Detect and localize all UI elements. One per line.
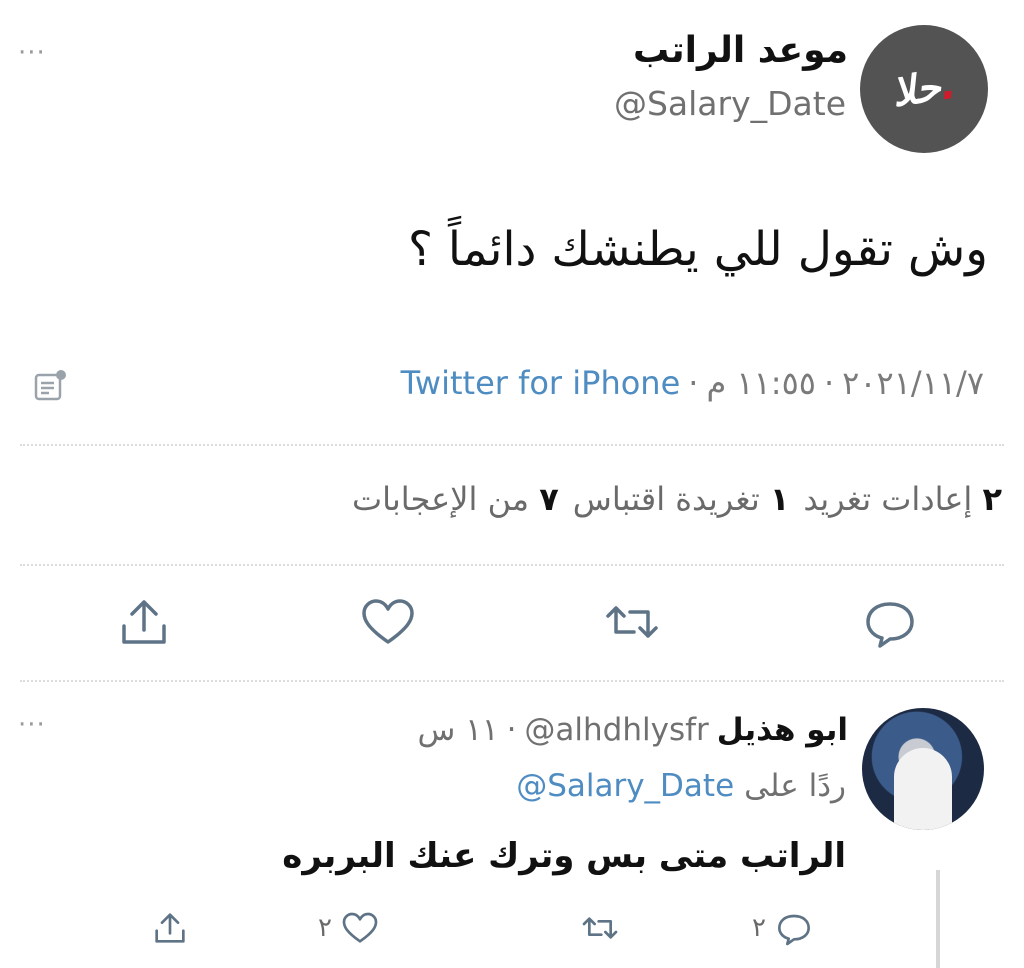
author-name[interactable]: موعد الراتب	[633, 30, 848, 71]
divider	[20, 564, 1004, 566]
replying-to-mention[interactable]: @Salary_Date	[516, 768, 734, 804]
brand-logo: حلا.	[889, 61, 959, 117]
reply-retweet-button[interactable]	[580, 908, 620, 948]
likes-stat[interactable]: ٧ من الإعجابات	[352, 480, 559, 518]
reply-author-avatar[interactable]	[862, 708, 984, 830]
heart-icon	[342, 912, 378, 943]
meta-separator: ·	[506, 712, 517, 748]
reply-button[interactable]	[860, 594, 920, 650]
retweet-button[interactable]	[602, 594, 662, 650]
reply-like-button[interactable]: ٢	[318, 908, 380, 948]
analytics-icon[interactable]	[30, 365, 70, 405]
reply-more-options-button[interactable]: ···	[18, 710, 46, 740]
tweet-time: ١١:٥٥ م	[706, 364, 816, 402]
divider	[20, 444, 1004, 446]
replying-to: ردًا على @Salary_Date	[516, 768, 846, 804]
tweet-meta: Twitter for iPhone · ١١:٥٥ م · ٢٠٢١/١١/٧	[401, 364, 984, 402]
heart-icon	[362, 599, 414, 644]
reply-icon	[777, 914, 810, 946]
share-button[interactable]	[114, 594, 174, 650]
more-options-button[interactable]: ···	[18, 38, 46, 68]
author-avatar[interactable]: حلا.	[860, 25, 988, 153]
reply-age: ١١ س	[417, 712, 499, 748]
retweet-icon	[582, 917, 618, 939]
divider	[20, 680, 1004, 682]
retweet-icon	[606, 606, 658, 638]
reply-author-name[interactable]: ابو هذيل	[717, 712, 848, 748]
tweet-source-link[interactable]: Twitter for iPhone	[401, 364, 681, 402]
reply-text: الراتب متى بس وترك عنك البربره	[282, 836, 846, 876]
quotes-stat[interactable]: ١ تغريدة اقتباس	[573, 480, 790, 518]
author-handle[interactable]: @Salary_Date	[614, 84, 846, 123]
avatar-photo	[894, 748, 952, 830]
meta-separator: ·	[688, 364, 699, 402]
reply-count: ٢	[752, 913, 766, 943]
like-button[interactable]	[358, 594, 418, 650]
like-count: ٢	[318, 913, 332, 943]
tweet-text: وش تقول للي يطنشك دائماً ؟	[408, 222, 988, 277]
tweet-stats: ٢ إعادات تغريد ١ تغريدة اقتباس ٧ من الإع…	[352, 480, 1002, 518]
share-icon	[155, 913, 185, 943]
replying-to-label: ردًا على	[744, 768, 846, 804]
meta-separator: ·	[823, 364, 835, 402]
share-icon	[122, 600, 166, 644]
tweet-date: ٢٠٢١/١١/٧	[842, 364, 984, 402]
retweets-stat[interactable]: ٢ إعادات تغريد	[803, 480, 1002, 518]
reply-author-handle[interactable]: @alhdhlysfr	[524, 712, 708, 748]
thread-line	[936, 870, 940, 968]
reply-reply-button[interactable]: ٢	[752, 908, 814, 948]
reply-icon	[866, 602, 914, 648]
reply-header: ابو هذيل @alhdhlysfr · ١١ س	[418, 712, 848, 748]
reply-share-button[interactable]	[150, 908, 190, 948]
